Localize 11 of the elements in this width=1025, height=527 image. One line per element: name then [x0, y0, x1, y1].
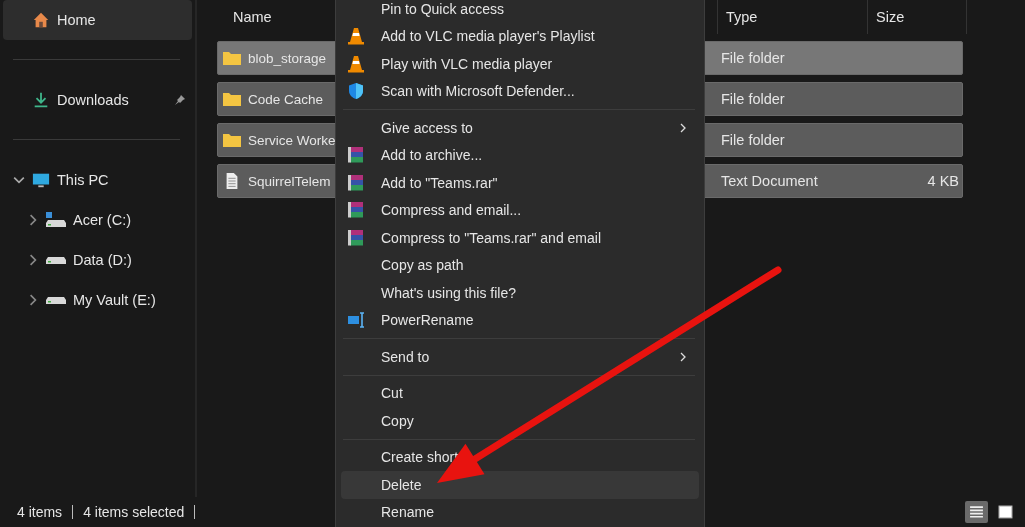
file-type: File folder — [721, 91, 786, 107]
item-count: 4 items — [17, 504, 63, 520]
file-name: Service Worke — [248, 132, 336, 148]
file-type: File folder — [721, 132, 786, 148]
selection-count: 4 items selected — [83, 504, 185, 520]
file-size: 4 KB — [926, 173, 959, 189]
file-type: Text Document — [721, 173, 819, 189]
file-type: File folder — [721, 50, 786, 66]
file-name: SquirrelTelem — [248, 173, 331, 189]
file-name: blob_storage — [248, 50, 327, 66]
file-name: Code Cache — [248, 91, 324, 107]
